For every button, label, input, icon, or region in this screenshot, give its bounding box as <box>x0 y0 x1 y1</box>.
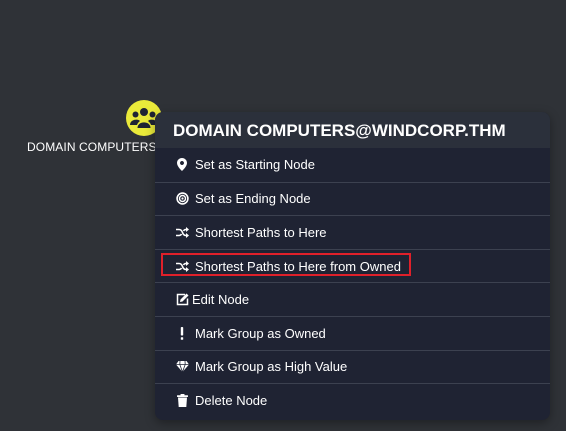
menu-item-label: Set as Ending Node <box>195 191 311 207</box>
menu-item-edit-node[interactable]: Edit Node <box>155 282 550 316</box>
node-label[interactable]: DOMAIN COMPUTERS <box>27 140 157 154</box>
context-menu-title: DOMAIN COMPUTERS@WINDCORP.THM <box>173 120 506 140</box>
shuffle-icon <box>175 225 189 239</box>
menu-item-label: Shortest Paths to Here from Owned <box>195 258 401 274</box>
menu-item-label: Delete Node <box>195 392 268 408</box>
menu-item-set-ending-node[interactable]: Set as Ending Node <box>155 181 550 216</box>
menu-item-label: Mark Group as Owned <box>195 325 326 341</box>
node-context-menu: DOMAIN COMPUTERS@WINDCORP.THM Set as Sta… <box>155 112 550 420</box>
gem-icon <box>175 360 189 374</box>
exclamation-icon <box>175 326 189 340</box>
menu-item-mark-group-owned[interactable]: Mark Group as Owned <box>155 315 550 350</box>
menu-item-shortest-paths-from-owned[interactable]: Shortest Paths to Here from Owned <box>155 248 550 283</box>
edit-icon <box>175 293 189 307</box>
map-marker-icon <box>175 158 189 172</box>
menu-item-mark-group-high-value[interactable]: Mark Group as High Value <box>155 349 550 384</box>
menu-item-label: Mark Group as High Value <box>195 359 348 375</box>
menu-item-set-starting-node[interactable]: Set as Starting Node <box>155 148 550 182</box>
target-icon <box>175 192 189 206</box>
menu-item-delete-node[interactable]: Delete Node <box>155 383 550 417</box>
shuffle-icon <box>175 259 189 273</box>
menu-item-label: Edit Node <box>192 292 250 308</box>
context-menu-items: Set as Starting Node Set as Ending Node … <box>155 148 550 417</box>
menu-item-label: Shortest Paths to Here <box>195 224 327 240</box>
trash-icon <box>175 393 189 407</box>
menu-item-label: Set as Starting Node <box>195 157 315 173</box>
context-menu-header: DOMAIN COMPUTERS@WINDCORP.THM <box>155 112 550 148</box>
menu-item-shortest-paths-to-here[interactable]: Shortest Paths to Here <box>155 215 550 249</box>
